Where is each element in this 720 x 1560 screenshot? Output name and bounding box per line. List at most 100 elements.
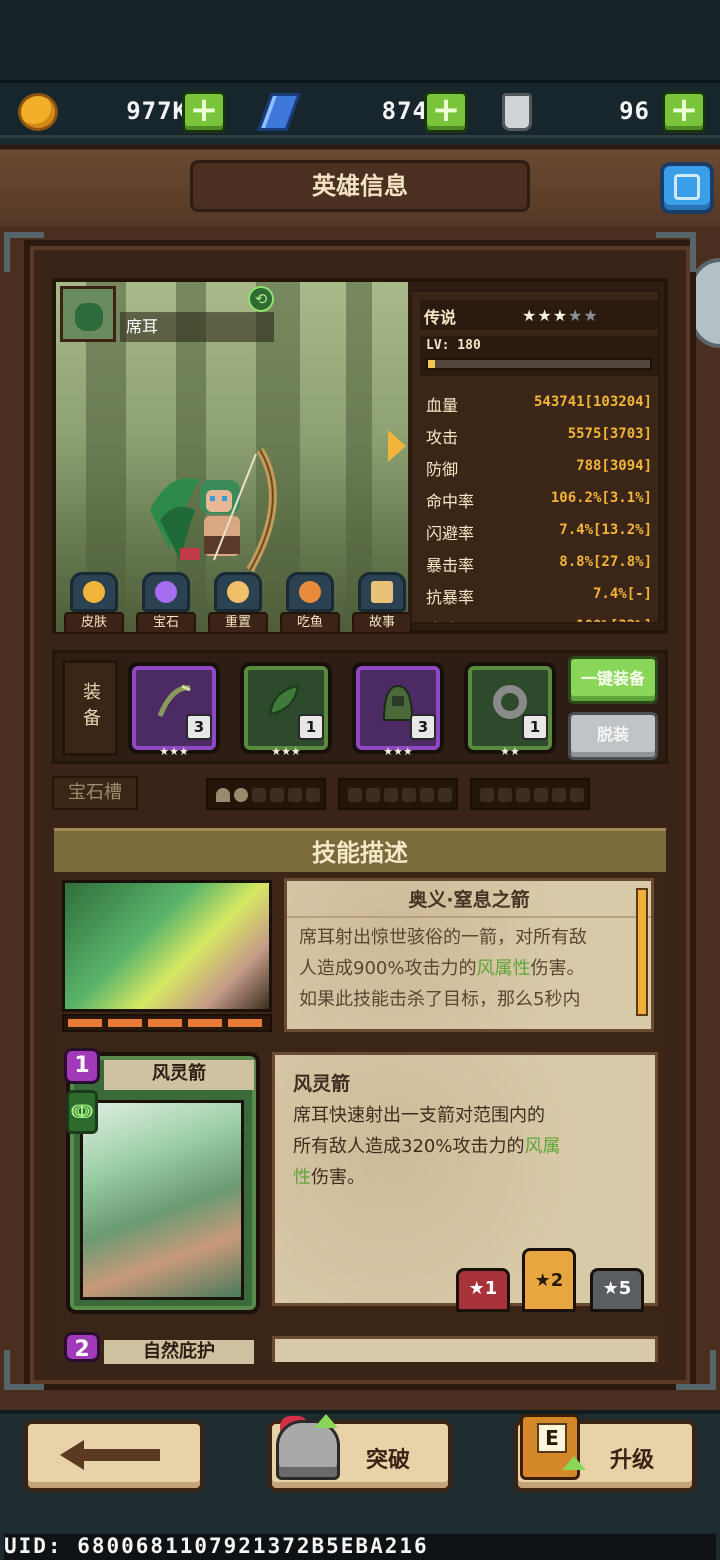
- equip-stars: ★★★: [271, 745, 301, 758]
- gem-slot-label: 宝石槽: [52, 776, 138, 810]
- ultimate-description[interactable]: 奥义·窒息之箭 席耳射出惊世骇俗的一箭，对所有敌 人造成900%攻击力的风属性伤…: [284, 878, 654, 1032]
- skill-1-text: 风灵箭 席耳快速射出一支箭对范围内的 所有敌人造成320%攻击力的风属 性伤害。: [293, 1073, 561, 1188]
- ultimate-skill-art[interactable]: [62, 880, 272, 1012]
- frame-corner: [4, 232, 44, 272]
- potion-value: 96: [619, 97, 650, 125]
- equip-slot-bow[interactable]: 3 ★★★: [128, 662, 220, 758]
- gem-slot-group[interactable]: [338, 778, 458, 810]
- stat-value: 788[3094]: [576, 458, 652, 474]
- gold-coin-icon: [18, 93, 58, 131]
- stat-name: 攻速: [426, 616, 458, 622]
- ultimate-energy-bar: [62, 1014, 272, 1032]
- equip-all-button[interactable]: 一键装备: [568, 656, 658, 704]
- crystal-currency: 874 +: [257, 91, 468, 133]
- stat-row: 暴击率 8.8%[27.8%]: [426, 548, 652, 578]
- book-icon: [674, 174, 700, 200]
- hero-actions: 皮肤 宝石 重置 吃鱼 故事: [64, 572, 412, 634]
- stat-name: 抗暴率: [426, 588, 475, 607]
- equip-count: 3: [186, 714, 212, 740]
- stat-value: 5575[3703]: [567, 426, 652, 442]
- story-button[interactable]: 故事: [352, 572, 412, 634]
- upgrade-arrow-icon: [562, 1456, 586, 1470]
- skin-button[interactable]: 皮肤: [64, 572, 124, 634]
- gem-socket: [216, 788, 230, 802]
- gem-socket: [234, 788, 248, 802]
- stat-value: 7.4%[-]: [592, 586, 652, 602]
- stat-row: 命中率 106.2%[3.1%]: [426, 484, 652, 514]
- handbook-button[interactable]: [660, 162, 714, 214]
- skill-card-art: [80, 1100, 244, 1300]
- reset-button[interactable]: 重置: [208, 572, 268, 634]
- stat-name: 命中率: [426, 492, 475, 511]
- gem-slot-group[interactable]: [470, 778, 590, 810]
- frame-corner: [656, 232, 696, 272]
- stat-value: 8.8%[27.8%]: [559, 554, 652, 570]
- unequip-button[interactable]: 脱装: [568, 712, 658, 760]
- upgrade-label: 升级: [610, 1448, 655, 1473]
- potion-bottle-icon: [502, 93, 532, 131]
- fish-icon: [286, 572, 334, 612]
- skill-number-badge: 1: [64, 1048, 100, 1084]
- hero-sprite[interactable]: [140, 440, 300, 580]
- upgrade-arrow-icon: [314, 1414, 338, 1428]
- gem-socket: [288, 788, 302, 802]
- equip-count: 3: [410, 714, 436, 740]
- add-crystal-button[interactable]: +: [424, 91, 468, 133]
- eat-fish-button[interactable]: 吃鱼: [280, 572, 340, 634]
- skill-2-description: [272, 1336, 658, 1362]
- crystal-value: 874: [381, 97, 428, 125]
- skill-tier-1[interactable]: ★1: [456, 1268, 510, 1312]
- wind-element-icon: ↈ: [66, 1090, 98, 1134]
- equip-slot-ring[interactable]: 1 ★★: [464, 662, 556, 758]
- equip-count: 1: [522, 714, 548, 740]
- blue-crystal-icon: [257, 93, 301, 131]
- gold-currency: 977K +: [18, 91, 228, 133]
- frame-corner: [4, 1350, 44, 1390]
- stat-row: 攻速 100%[32%]: [426, 612, 652, 622]
- back-arrow-icon: [60, 1440, 160, 1470]
- equip-stars: ★★★: [383, 745, 413, 758]
- equip-stars: ★★★: [159, 745, 189, 758]
- gem-button[interactable]: 宝石: [136, 572, 196, 634]
- equip-count: 1: [298, 714, 324, 740]
- add-potion-button[interactable]: +: [662, 91, 706, 133]
- description-scrollbar[interactable]: [636, 888, 648, 1016]
- equip-slot-armor[interactable]: 1 ★★★: [240, 662, 332, 758]
- stat-name: 暴击率: [426, 556, 475, 575]
- hero-avatar: [60, 286, 116, 342]
- gem-socket: [252, 788, 266, 802]
- gem-socket: [306, 788, 320, 802]
- gold-value: 977K: [126, 97, 188, 125]
- stat-row: 抗暴率 7.4%[-]: [426, 580, 652, 610]
- ultimate-text: 席耳射出惊世骇俗的一箭，对所有敌 人造成900%攻击力的风属性伤害。 如果此技能…: [299, 927, 587, 1010]
- stat-value: 7.4%[13.2%]: [559, 522, 652, 538]
- status-area: [0, 0, 720, 80]
- skill-section-header: 技能描述: [54, 828, 666, 872]
- stat-row: 血量 543741[103204]: [426, 388, 652, 418]
- stat-row: 闪避率 7.4%[13.2%]: [426, 516, 652, 546]
- stat-name: 防御: [426, 460, 459, 479]
- stat-list[interactable]: 血量 543741[103204] 攻击 5575[3703] 防御 788[3094] 命…: [412, 292, 658, 622]
- expand-stats-arrow-icon[interactable]: [388, 430, 406, 462]
- skill-number-badge: 2: [64, 1332, 100, 1362]
- stat-value: 106.2%[3.1%]: [550, 490, 652, 506]
- stats-panel: 传说 ★★★★★ LV: 180 血量 543741[103204] 攻击 5575[…: [410, 290, 660, 624]
- wind-element-icon: ⟲: [248, 286, 274, 312]
- page-title: 英雄信息: [190, 160, 530, 212]
- equip-slot-hood[interactable]: 3 ★★★: [352, 662, 444, 758]
- skill-tier-2[interactable]: ★2: [522, 1248, 576, 1312]
- stat-row: 攻击 5575[3703]: [426, 420, 652, 450]
- add-gold-button[interactable]: +: [182, 91, 226, 133]
- gem-slot-group[interactable]: [206, 778, 326, 810]
- currency-bar: 977K + 874 + 96 +: [0, 80, 720, 138]
- potion-currency: 96 +: [498, 91, 708, 133]
- story-icon: [358, 572, 406, 612]
- stat-name: 血量: [426, 396, 459, 415]
- skill-tier-5[interactable]: ★5: [590, 1268, 644, 1312]
- user-id: UID: 6800681107921372B5EBA216: [4, 1534, 716, 1560]
- helmet-icon: [276, 1420, 340, 1480]
- skill-card-title: 风灵箭: [104, 1060, 254, 1090]
- equip-stars: ★★: [500, 745, 520, 758]
- stat-value: 543741[103204]: [533, 394, 652, 410]
- frame-corner: [676, 1350, 716, 1390]
